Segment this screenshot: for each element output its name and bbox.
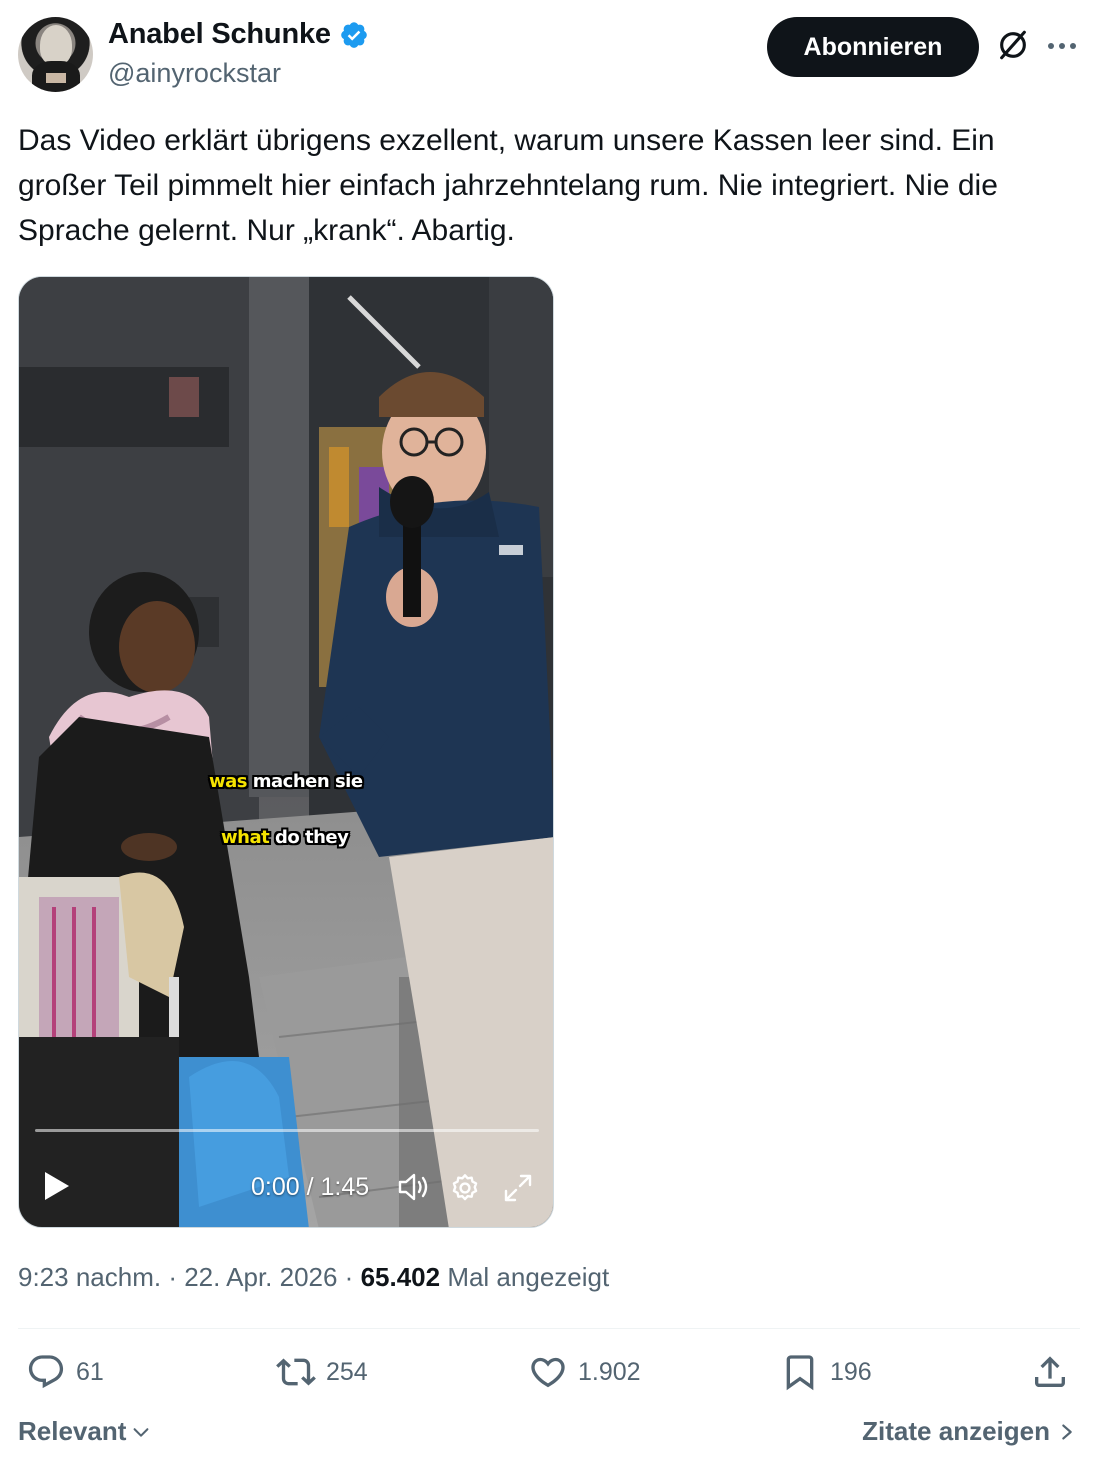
avatar[interactable] — [18, 17, 93, 92]
subtitle-english-rest: do they — [269, 827, 349, 848]
author-handle[interactable]: @ainyrockstar — [108, 58, 281, 89]
settings-gear-icon[interactable] — [449, 1172, 481, 1204]
video-player[interactable]: was machen sie what do they 0:00 / 1:45 — [18, 276, 554, 1228]
bookmark-icon — [786, 1355, 814, 1391]
chevron-right-icon — [1062, 1423, 1072, 1440]
tweet-time[interactable]: 9:23 nachm. — [18, 1262, 161, 1292]
like-button[interactable]: 1.902 — [528, 1352, 641, 1392]
repost-icon — [276, 1358, 316, 1386]
fullscreen-icon[interactable] — [502, 1172, 534, 1204]
sort-replies-dropdown[interactable]: Relevant — [18, 1416, 152, 1447]
view-count: 65.402 — [360, 1262, 441, 1292]
meta-separator: · — [161, 1262, 185, 1292]
view-quotes-link[interactable]: Zitate anzeigen — [862, 1416, 1076, 1447]
more-options-icon[interactable] — [1046, 36, 1078, 56]
verified-badge-icon[interactable] — [339, 20, 369, 50]
subtitle-german: was machen sie — [209, 771, 363, 792]
tweet-text: Das Video erklärt übrigens exzellent, wa… — [18, 124, 998, 247]
bookmark-button[interactable]: 196 — [780, 1352, 872, 1392]
repost-button[interactable]: 254 — [276, 1352, 368, 1392]
share-icon — [1035, 1356, 1065, 1387]
play-icon[interactable] — [43, 1170, 71, 1202]
follow-button[interactable]: Abonnieren — [767, 17, 979, 77]
like-count: 1.902 — [578, 1357, 641, 1386]
divider — [18, 1328, 1080, 1329]
subtitle-german-rest: machen sie — [247, 771, 363, 792]
reply-button[interactable]: 61 — [26, 1352, 104, 1392]
video-progress-bar[interactable] — [35, 1129, 539, 1132]
share-button[interactable] — [1030, 1352, 1070, 1392]
subtitle-english: what do they — [221, 827, 349, 848]
avatar-hair — [40, 25, 72, 65]
meta-separator: · — [337, 1262, 361, 1292]
tweet-date[interactable]: 22. Apr. 2026 — [184, 1262, 337, 1292]
avatar-skin — [46, 73, 66, 83]
tweet-meta: 9:23 nachm. · 22. Apr. 2026 · 65.402 Mal… — [18, 1262, 609, 1293]
volume-icon[interactable] — [397, 1172, 431, 1202]
sort-label: Relevant — [18, 1416, 127, 1446]
repost-count: 254 — [326, 1357, 368, 1386]
view-count-label: Mal angezeigt — [440, 1262, 610, 1292]
grok-icon[interactable] — [996, 28, 1030, 62]
bookmark-count: 196 — [830, 1357, 872, 1386]
subtitle-german-highlight: was — [209, 771, 248, 792]
quotes-label: Zitate anzeigen — [862, 1416, 1050, 1446]
subtitle-english-highlight: what — [221, 827, 270, 848]
author-name[interactable]: Anabel Schunke — [108, 18, 331, 51]
video-frame — [19, 277, 553, 1227]
chevron-down-icon — [133, 1427, 149, 1437]
video-time: 0:00 / 1:45 — [251, 1173, 370, 1201]
reply-count: 61 — [76, 1357, 104, 1386]
reply-icon — [28, 1355, 64, 1389]
heart-icon — [531, 1357, 565, 1388]
author-name-row: Anabel Schunke — [108, 18, 369, 51]
